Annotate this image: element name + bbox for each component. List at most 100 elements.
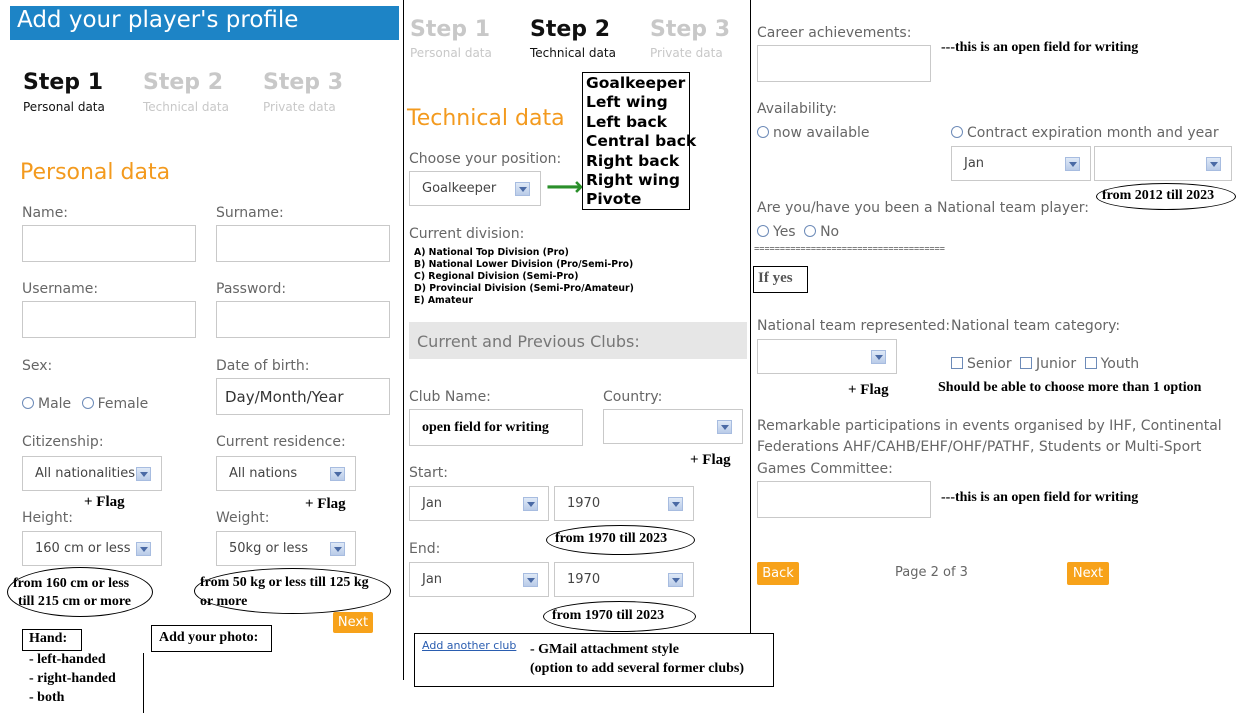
next-button-step2[interactable]: Next: [1067, 562, 1109, 585]
junior-checkbox[interactable]: [1020, 357, 1033, 369]
chevron-down-icon: [330, 541, 345, 556]
contract-option: Contract expiration month and year: [951, 125, 1219, 141]
personal-data-heading: Personal data: [20, 160, 171, 185]
name-input[interactable]: [22, 225, 196, 262]
p2-step-3-label: Private data: [650, 46, 723, 60]
username-input[interactable]: [22, 301, 196, 338]
division-label: Current division:: [409, 226, 525, 242]
chevron-down-icon: [136, 541, 151, 556]
position-right-wing: Right wing: [586, 171, 680, 190]
sex-options: Male Female: [22, 396, 148, 412]
team-represented-select[interactable]: [757, 339, 897, 374]
step-2-label: Technical data: [143, 100, 229, 114]
youth-checkbox[interactable]: [1084, 357, 1097, 369]
female-radio[interactable]: [81, 397, 94, 409]
if-yes-label: If yes: [758, 270, 793, 286]
chevron-down-icon: [1065, 156, 1080, 171]
name-label: Name:: [22, 205, 69, 221]
end-year-select[interactable]: 1970: [554, 562, 694, 597]
add-club-link[interactable]: Add another club: [422, 639, 516, 652]
team-flag-note: + Flag: [848, 382, 889, 398]
no-radio[interactable]: [804, 225, 817, 237]
national-options: Yes No: [757, 224, 839, 240]
start-month-select[interactable]: Jan: [409, 486, 549, 521]
technical-data-heading: Technical data: [407, 106, 565, 131]
now-available-option: now available: [757, 125, 870, 141]
club-name-input[interactable]: open field for writing: [409, 409, 583, 446]
yes-radio[interactable]: [757, 225, 769, 237]
contract-month-value: Jan: [964, 156, 985, 171]
male-radio[interactable]: [22, 397, 34, 409]
multi-option-note: Should be able to choose more than 1 opt…: [938, 380, 1202, 395]
surname-label: Surname:: [216, 205, 284, 221]
remarkable-label-line2: Federations AHF/CAHB/EHF/OHF/PATHF, Stud…: [757, 439, 1202, 455]
position-select[interactable]: Goalkeeper: [409, 171, 541, 206]
citizenship-value: All nationalities: [35, 466, 136, 481]
step-3-number[interactable]: Step 3: [263, 70, 343, 95]
position-left-wing: Left wing: [586, 93, 668, 112]
contract-year-select[interactable]: [1094, 146, 1232, 181]
residence-label: Current residence:: [216, 434, 346, 450]
career-input[interactable]: [757, 45, 931, 82]
photo-label: Add your photo:: [159, 630, 259, 645]
panel-divider-1: [403, 0, 404, 680]
panel-divider-2: [750, 0, 751, 634]
contract-month-select[interactable]: Jan: [951, 146, 1091, 181]
division-e: E) Amateur: [414, 295, 473, 306]
chevron-down-icon: [871, 349, 886, 364]
page-indicator: Page 2 of 3: [895, 565, 968, 580]
senior-label: Senior: [967, 356, 1012, 372]
height-select[interactable]: 160 cm or less: [22, 531, 162, 566]
no-label: No: [820, 224, 840, 240]
dob-input[interactable]: Day/Month/Year: [216, 378, 390, 415]
p2-step-3-number[interactable]: Step 3: [650, 17, 730, 42]
next-button-step1[interactable]: Next: [333, 612, 373, 633]
residence-select[interactable]: All nations: [216, 456, 356, 491]
chevron-down-icon: [136, 466, 151, 481]
contract-radio[interactable]: [951, 126, 963, 138]
weight-note-line1: from 50 kg or less till 125 kg: [200, 575, 369, 590]
height-value: 160 cm or less: [35, 541, 131, 556]
p2-step-1-number[interactable]: Step 1: [410, 17, 490, 42]
clubs-heading: Current and Previous Clubs:: [417, 332, 640, 351]
remarkable-label-line1: Remarkable participations in events orga…: [757, 418, 1222, 434]
weight-select[interactable]: 50kg or less: [216, 531, 356, 566]
chevron-down-icon: [1206, 156, 1221, 171]
add-club-note-line1: - GMail attachment style: [530, 642, 679, 657]
end-month-select[interactable]: Jan: [409, 562, 549, 597]
weight-label: Weight:: [216, 510, 270, 526]
password-label: Password:: [216, 281, 287, 297]
contract-note: from 2012 till 2023: [1102, 188, 1215, 203]
remarkable-input[interactable]: [757, 481, 931, 518]
height-note-line2: till 215 cm or more: [18, 594, 132, 609]
end-label: End:: [409, 541, 441, 557]
now-available-radio[interactable]: [757, 126, 769, 138]
male-label: Male: [38, 396, 72, 412]
step-1-label: Personal data: [23, 100, 105, 114]
senior-checkbox[interactable]: [951, 357, 963, 369]
division-list: A) National Top Division (Pro) B) Nation…: [414, 247, 634, 307]
step-2-number[interactable]: Step 2: [143, 70, 223, 95]
back-button[interactable]: Back: [757, 562, 799, 585]
female-label: Female: [97, 396, 149, 412]
division-b: B) National Lower Division (Pro/Semi-Pro…: [414, 259, 634, 270]
p2-step-2-number: Step 2: [530, 17, 610, 42]
chevron-down-icon: [717, 419, 732, 434]
chevron-down-icon: [668, 496, 683, 511]
step-1-number: Step 1: [23, 70, 103, 95]
add-club-note-line2: (option to add several former clubs): [530, 661, 744, 676]
surname-input[interactable]: [216, 225, 390, 262]
residence-flag-note: + Flag: [305, 496, 346, 512]
citizenship-select[interactable]: All nationalities: [22, 456, 162, 491]
career-label: Career achievements:: [757, 25, 912, 41]
start-note: from 1970 till 2023: [555, 531, 668, 546]
start-year-select[interactable]: 1970: [554, 486, 694, 521]
country-select[interactable]: [603, 409, 743, 444]
yes-label: Yes: [773, 224, 796, 240]
height-note-line1: from 160 cm or less: [13, 576, 130, 591]
position-central-back: Central back: [586, 132, 697, 151]
residence-value: All nations: [229, 466, 298, 481]
arrow-right-icon: ⟶: [546, 172, 584, 202]
password-input[interactable]: [216, 301, 390, 338]
position-pivote: Pivote: [586, 190, 642, 209]
